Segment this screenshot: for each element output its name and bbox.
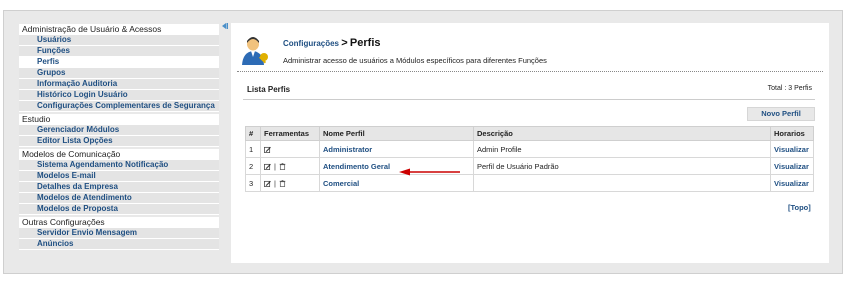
page-title: Perfis — [349, 37, 381, 49]
row-number: 3 — [245, 174, 261, 192]
main-panel: Configurações > Perfis Administrar acess… — [231, 23, 829, 263]
sidebar-item[interactable]: Modelos E-mail — [19, 171, 219, 182]
sidebar-item[interactable]: Funções — [19, 46, 219, 57]
list-title: Lista Perfis — [247, 85, 291, 94]
view-link[interactable]: Visualizar — [770, 174, 814, 192]
sidebar-item[interactable]: Perfis — [19, 57, 219, 68]
sidebar: Administração de Usuário & Acessos Usuári… — [19, 24, 219, 250]
table-row: 2 | Atendimento Geral Perfil de Usuário Pad… — [245, 157, 814, 175]
row-number: 2 — [245, 157, 261, 175]
edit-icon[interactable] — [264, 162, 271, 171]
annotation-arrow — [399, 168, 461, 178]
collapse-arrow-icon[interactable] — [221, 22, 229, 32]
sidebar-item[interactable]: Modelos de Atendimento — [19, 193, 219, 204]
row-tools: | — [260, 157, 320, 175]
column-header-schedule: Horarios — [770, 126, 814, 141]
trash-icon[interactable] — [279, 162, 286, 171]
profile-description: Admin Profile — [473, 140, 771, 158]
sidebar-section-title: Administração de Usuário & Acessos — [19, 24, 219, 35]
divider — [243, 99, 815, 100]
profiles-table: # Ferramentas Nome Perfil Descrição Hora… — [245, 126, 814, 192]
sidebar-item[interactable]: Detalhes da Empresa — [19, 182, 219, 193]
table-header-row: # Ferramentas Nome Perfil Descrição Hora… — [245, 126, 814, 141]
sidebar-item[interactable]: Informação Auditoria — [19, 79, 219, 90]
view-link[interactable]: Visualizar — [770, 140, 814, 158]
sidebar-item[interactable]: Configurações Complementares de Seguranç… — [19, 101, 219, 112]
tool-separator: | — [274, 178, 276, 188]
breadcrumb-separator: > — [341, 37, 348, 49]
table-row: 3 | Comercial Visualizar — [245, 174, 814, 192]
edit-icon[interactable] — [264, 179, 271, 188]
trash-icon[interactable] — [279, 179, 286, 188]
sidebar-section-title: Estudio — [19, 114, 219, 125]
sidebar-section-title: Modelos de Comunicação — [19, 149, 219, 160]
sidebar-section-title: Outras Configurações — [19, 217, 219, 228]
sidebar-item[interactable]: Editor Lista Opções — [19, 136, 219, 147]
row-tools: | — [260, 174, 320, 192]
breadcrumb: Configurações > Perfis — [283, 37, 381, 49]
top-link[interactable]: [Topo] — [788, 203, 811, 212]
divider — [237, 71, 823, 72]
column-header-tools: Ferramentas — [260, 126, 320, 141]
column-header-number: # — [245, 126, 261, 141]
row-tools — [260, 140, 320, 158]
tool-separator: | — [274, 161, 276, 171]
sidebar-item[interactable]: Sistema Agendamento Notificação — [19, 160, 219, 171]
profile-description — [473, 174, 771, 192]
row-number: 1 — [245, 140, 261, 158]
sidebar-item[interactable]: Gerenciador Módulos — [19, 125, 219, 136]
sidebar-item[interactable]: Grupos — [19, 68, 219, 79]
user-settings-icon — [239, 35, 273, 67]
edit-icon[interactable] — [264, 145, 271, 154]
view-link[interactable]: Visualizar — [770, 157, 814, 175]
profile-name-link[interactable]: Administrator — [319, 140, 474, 158]
profile-description: Perfil de Usuário Padrão — [473, 157, 771, 175]
column-header-description: Descrição — [473, 126, 771, 141]
sidebar-item[interactable]: Modelos de Proposta — [19, 204, 219, 215]
table-row: 1 Administrator Admin Profile Visualizar — [245, 140, 814, 158]
sidebar-item[interactable]: Histórico Login Usuário — [19, 90, 219, 101]
total-count: Total : 3 Perfis — [767, 85, 812, 92]
page-subtitle: Administrar acesso de usuários a Módulos… — [283, 56, 547, 65]
sidebar-item[interactable]: Servidor Envio Mensagem — [19, 228, 219, 239]
new-profile-button[interactable]: Novo Perfil — [747, 107, 815, 121]
sidebar-item[interactable]: Usuários — [19, 35, 219, 46]
breadcrumb-link-configuracoes[interactable]: Configurações — [283, 39, 339, 48]
column-header-name: Nome Perfil — [319, 126, 474, 141]
sidebar-item[interactable]: Anúncios — [19, 239, 219, 250]
